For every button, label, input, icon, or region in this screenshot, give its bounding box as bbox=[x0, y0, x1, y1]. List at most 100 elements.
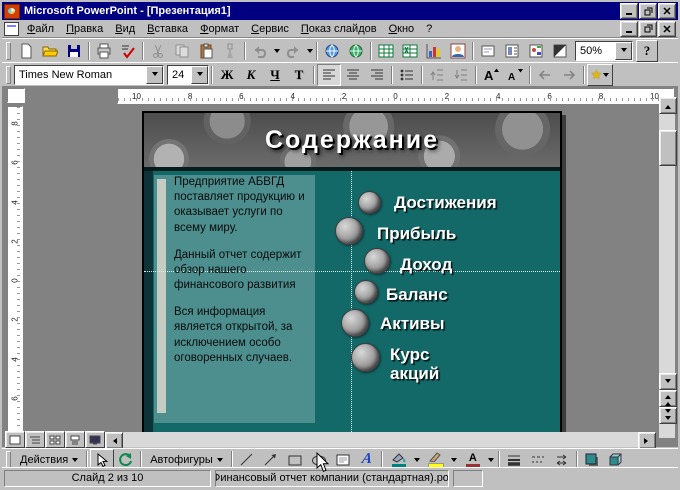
menu-file[interactable]: Файл bbox=[21, 22, 60, 36]
doc-minimize-button[interactable] bbox=[620, 21, 638, 37]
powerpoint-app-icon[interactable] bbox=[4, 4, 20, 19]
redo-icon bbox=[281, 40, 305, 62]
restore-button[interactable] bbox=[639, 3, 657, 19]
bullets-button[interactable] bbox=[395, 64, 419, 86]
font-name-combobox[interactable]: Times New Roman bbox=[14, 65, 164, 85]
apply-design-icon[interactable] bbox=[524, 40, 548, 62]
font-name-dropdown-icon[interactable] bbox=[146, 66, 163, 84]
promote-icon bbox=[533, 64, 557, 86]
formatting-toolbar: Times New Roman 24 Ж К Ч Т А А ★ bbox=[2, 62, 678, 87]
slide-item-balance[interactable]: Баланс bbox=[386, 285, 448, 304]
ruler-label: 8 bbox=[188, 92, 192, 101]
menu-insert[interactable]: Вставка bbox=[141, 22, 194, 36]
horizontal-scrollbar[interactable] bbox=[105, 432, 656, 447]
align-left-button[interactable] bbox=[317, 64, 341, 86]
open-folder-icon[interactable] bbox=[38, 40, 62, 62]
menu-window[interactable]: Окно bbox=[383, 22, 421, 36]
ruler-label: 6 bbox=[547, 92, 551, 101]
slide-item-assets[interactable]: Активы bbox=[380, 314, 445, 333]
vertical-scrollbar[interactable] bbox=[659, 97, 675, 438]
body-textbox[interactable]: Предприятие АБВГД поставляет продукцию и… bbox=[154, 175, 315, 423]
outline-view-icon[interactable] bbox=[25, 431, 45, 448]
title-banner-coins-image[interactable]: Содержание bbox=[144, 113, 560, 167]
insert-hyperlink-icon[interactable] bbox=[320, 40, 344, 62]
insert-excel-worksheet-icon[interactable] bbox=[398, 40, 422, 62]
menu-slideshow[interactable]: Показ слайдов bbox=[295, 22, 383, 36]
paragraph-1[interactable]: Предприятие АБВГД поставляет продукцию и… bbox=[174, 175, 307, 236]
doc-close-button[interactable] bbox=[658, 21, 676, 37]
coin-bullet[interactable] bbox=[351, 343, 380, 372]
coin-bullet[interactable] bbox=[341, 309, 369, 337]
align-center-button[interactable] bbox=[341, 64, 365, 86]
increase-font-size-button[interactable]: А bbox=[479, 64, 503, 86]
scrollbar-thumb[interactable] bbox=[659, 130, 677, 166]
menu-view[interactable]: Вид bbox=[109, 22, 141, 36]
black-white-view-icon[interactable] bbox=[548, 40, 572, 62]
slide-item-income[interactable]: Доход bbox=[400, 255, 452, 274]
text-shadow-button[interactable]: Т bbox=[287, 64, 311, 86]
menu-format[interactable]: Формат bbox=[194, 22, 245, 36]
slide-item-profit[interactable]: Прибыль bbox=[377, 224, 456, 243]
coin-bullet[interactable] bbox=[358, 191, 381, 214]
ruler-label: 4 bbox=[496, 92, 500, 101]
toolbar-drag-handle[interactable] bbox=[6, 42, 11, 60]
new-document-icon[interactable] bbox=[14, 40, 38, 62]
coin-bullet[interactable] bbox=[335, 217, 363, 245]
print-icon[interactable] bbox=[92, 40, 116, 62]
slide-canvas[interactable]: Содержание Предприятие АБВГД поставляет … bbox=[142, 111, 562, 434]
decrease-font-size-button[interactable]: А bbox=[503, 64, 527, 86]
scroll-up-icon[interactable] bbox=[659, 97, 677, 114]
toolbar-drag-handle[interactable] bbox=[6, 451, 11, 469]
insert-word-table-icon[interactable] bbox=[374, 40, 398, 62]
align-right-button[interactable] bbox=[365, 64, 389, 86]
bold-button[interactable]: Ж bbox=[215, 64, 239, 86]
zoom-dropdown-icon[interactable] bbox=[615, 42, 632, 60]
common-tasks-button[interactable]: ★ bbox=[587, 64, 613, 86]
paragraph-3[interactable]: Вся информация является открытой, за иск… bbox=[174, 305, 307, 366]
vertical-guide bbox=[351, 171, 352, 432]
copy-icon bbox=[170, 40, 194, 62]
insert-chart-icon[interactable] bbox=[422, 40, 446, 62]
scroll-down-icon[interactable] bbox=[659, 373, 677, 390]
menu-help[interactable]: ? bbox=[420, 22, 438, 36]
web-toolbar-icon[interactable] bbox=[344, 40, 368, 62]
save-icon[interactable] bbox=[62, 40, 86, 62]
next-slide-icon[interactable] bbox=[659, 407, 677, 424]
slide-show-view-icon[interactable] bbox=[85, 431, 105, 448]
new-slide-icon[interactable] bbox=[476, 40, 500, 62]
left-accent-band bbox=[144, 171, 153, 432]
font-size-dropdown-icon[interactable] bbox=[191, 66, 208, 84]
slide-view-icon[interactable] bbox=[5, 431, 25, 448]
close-button[interactable] bbox=[658, 3, 676, 19]
slide-sorter-view-icon[interactable] bbox=[45, 431, 65, 448]
ruler-label: 6 bbox=[10, 161, 19, 165]
menu-edit[interactable]: Правка bbox=[60, 22, 109, 36]
zoom-combobox[interactable]: 50% bbox=[575, 41, 633, 61]
ruler-label: 2 bbox=[342, 92, 346, 101]
document-control-icon[interactable] bbox=[4, 22, 19, 36]
notes-page-view-icon[interactable] bbox=[65, 431, 85, 448]
font-size-combobox[interactable]: 24 bbox=[167, 65, 209, 85]
status-extra-panel bbox=[453, 470, 483, 487]
doc-restore-button[interactable] bbox=[639, 21, 657, 37]
underline-button[interactable]: Ч bbox=[263, 64, 287, 86]
insert-clipart-icon[interactable] bbox=[446, 40, 470, 62]
previous-slide-icon[interactable] bbox=[659, 390, 677, 407]
paste-icon[interactable] bbox=[194, 40, 218, 62]
coin-bullet[interactable] bbox=[364, 248, 390, 274]
scroll-left-icon[interactable] bbox=[105, 432, 123, 449]
slide-item-achievements[interactable]: Достижения bbox=[394, 193, 497, 212]
coin-bullet[interactable] bbox=[354, 280, 378, 304]
spelling-icon[interactable] bbox=[116, 40, 140, 62]
menu-tools[interactable]: Сервис bbox=[245, 22, 295, 36]
slide-title[interactable]: Содержание bbox=[144, 126, 560, 155]
toolbar-drag-handle[interactable] bbox=[6, 66, 11, 84]
minimize-button[interactable] bbox=[620, 3, 638, 19]
slide-layout-icon[interactable] bbox=[500, 40, 524, 62]
horizontal-ruler: 1086420246810 bbox=[117, 88, 674, 104]
scroll-right-icon[interactable] bbox=[638, 432, 656, 449]
italic-button[interactable]: К bbox=[239, 64, 263, 86]
slide-item-stock-price[interactable]: Курс акций bbox=[390, 345, 466, 383]
help-button[interactable]: ? bbox=[636, 40, 658, 62]
paragraph-2[interactable]: Данный отчет содержит обзор нашего финан… bbox=[174, 248, 307, 294]
